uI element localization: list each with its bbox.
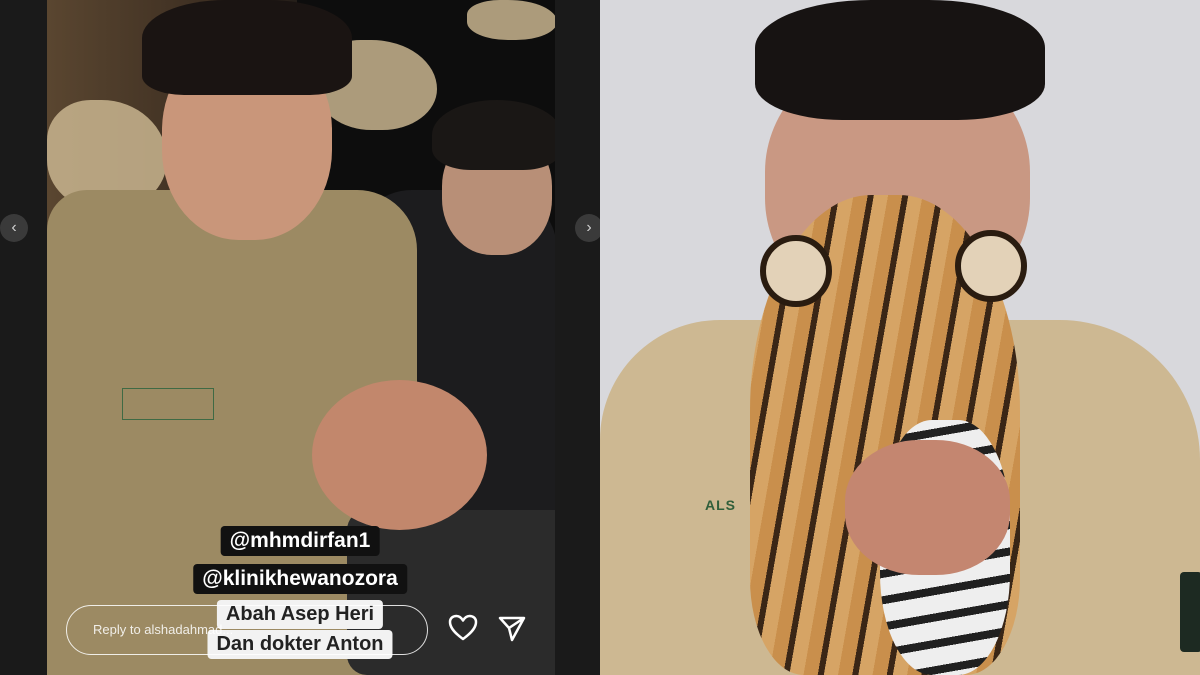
chevron-right-icon[interactable]: › bbox=[575, 214, 603, 242]
sleeve-badge bbox=[1180, 572, 1200, 652]
shirt-embroidery: ALS bbox=[705, 497, 736, 513]
person-hair bbox=[755, 0, 1045, 120]
person-background-hair bbox=[432, 100, 555, 170]
person-hand bbox=[845, 440, 1010, 575]
chevron-left-icon[interactable]: ‹ bbox=[0, 214, 28, 242]
reply-placeholder: Reply to alshadahmad... bbox=[93, 622, 234, 637]
portrait-photo: ALS bbox=[600, 0, 1200, 675]
tiger-ear-right bbox=[955, 230, 1027, 302]
person-hand bbox=[312, 380, 487, 530]
decor-antler bbox=[467, 0, 555, 40]
tiger-ear-left bbox=[760, 235, 832, 307]
mention-tag[interactable]: @mhmdirfan1 bbox=[220, 526, 380, 556]
mention-tag[interactable]: @klinikhewanozora bbox=[193, 564, 407, 594]
heart-icon[interactable] bbox=[447, 612, 479, 644]
story-frame: ‹ › @mhmdirfan1 @klinikhewanozora Abah A… bbox=[0, 0, 603, 675]
shirt-logo-patch bbox=[122, 388, 214, 420]
person-foreground-hair bbox=[142, 0, 352, 95]
send-icon[interactable] bbox=[496, 612, 528, 644]
